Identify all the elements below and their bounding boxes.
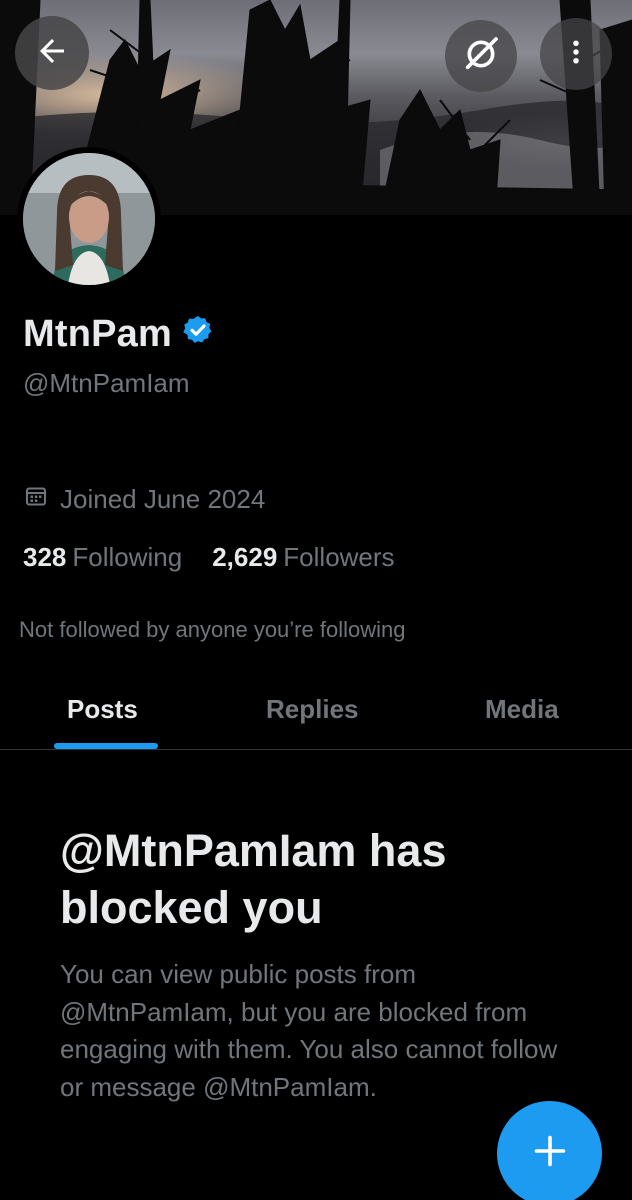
followers-label: Followers bbox=[283, 542, 395, 572]
blocked-title: @MtnPamIam has blocked you bbox=[60, 825, 447, 933]
user-handle: @MtnPamIam bbox=[23, 368, 190, 398]
tab-replies[interactable]: Replies bbox=[266, 694, 359, 725]
back-button[interactable] bbox=[15, 16, 89, 90]
avatar-frame[interactable] bbox=[17, 147, 161, 291]
mutual-followers-note: Not followed by anyone you’re following bbox=[19, 617, 406, 642]
follow-stats: 328 Following 2,629 Followers bbox=[23, 542, 395, 573]
more-options-button[interactable] bbox=[540, 18, 612, 90]
tab-media[interactable]: Media bbox=[485, 694, 559, 725]
joined-text: Joined June 2024 bbox=[60, 484, 266, 514]
notifications-button[interactable] bbox=[445, 20, 517, 92]
display-name-text: MtnPam bbox=[23, 313, 172, 355]
notifications-off-icon bbox=[461, 34, 501, 79]
avatar bbox=[23, 153, 155, 285]
profile-tabs: Posts Replies Media bbox=[0, 680, 632, 750]
arrow-left-icon bbox=[34, 33, 70, 74]
more-vertical-icon bbox=[561, 37, 591, 72]
display-name: MtnPam bbox=[23, 313, 214, 356]
followers-link[interactable]: 2,629 Followers bbox=[212, 542, 394, 573]
verified-badge-icon[interactable] bbox=[182, 313, 214, 356]
joined-date: Joined June 2024 bbox=[24, 484, 265, 515]
tab-posts[interactable]: Posts bbox=[67, 694, 138, 725]
blocked-message: You can view public posts from @MtnPamIa… bbox=[60, 959, 558, 1102]
following-count: 328 bbox=[23, 542, 67, 572]
calendar-icon bbox=[24, 484, 48, 515]
active-tab-indicator bbox=[54, 743, 158, 749]
followers-count: 2,629 bbox=[212, 542, 278, 572]
plus-icon bbox=[532, 1133, 568, 1174]
following-link[interactable]: 328 Following bbox=[23, 542, 182, 573]
following-label: Following bbox=[72, 542, 183, 572]
compose-fab-button[interactable] bbox=[497, 1101, 602, 1200]
